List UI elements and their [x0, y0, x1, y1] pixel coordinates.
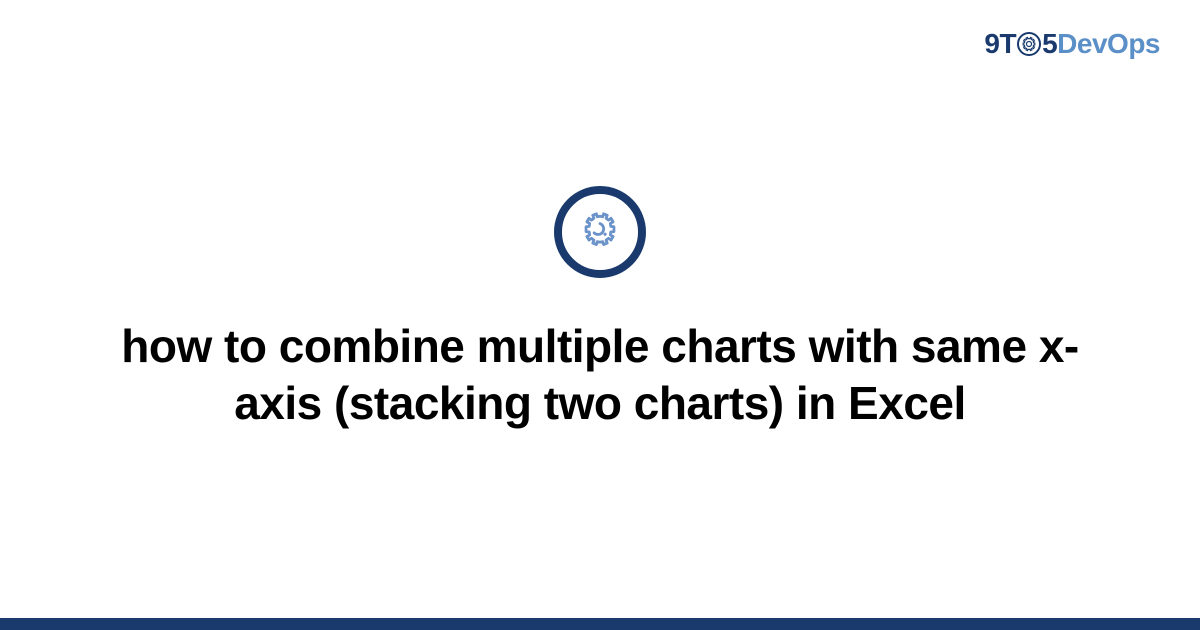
gear-icon [554, 186, 646, 278]
center-icon-container [554, 186, 646, 278]
main-content: how to combine multiple charts with same… [0, 0, 1200, 618]
footer-accent-bar [0, 618, 1200, 630]
page-title: how to combine multiple charts with same… [120, 318, 1080, 433]
